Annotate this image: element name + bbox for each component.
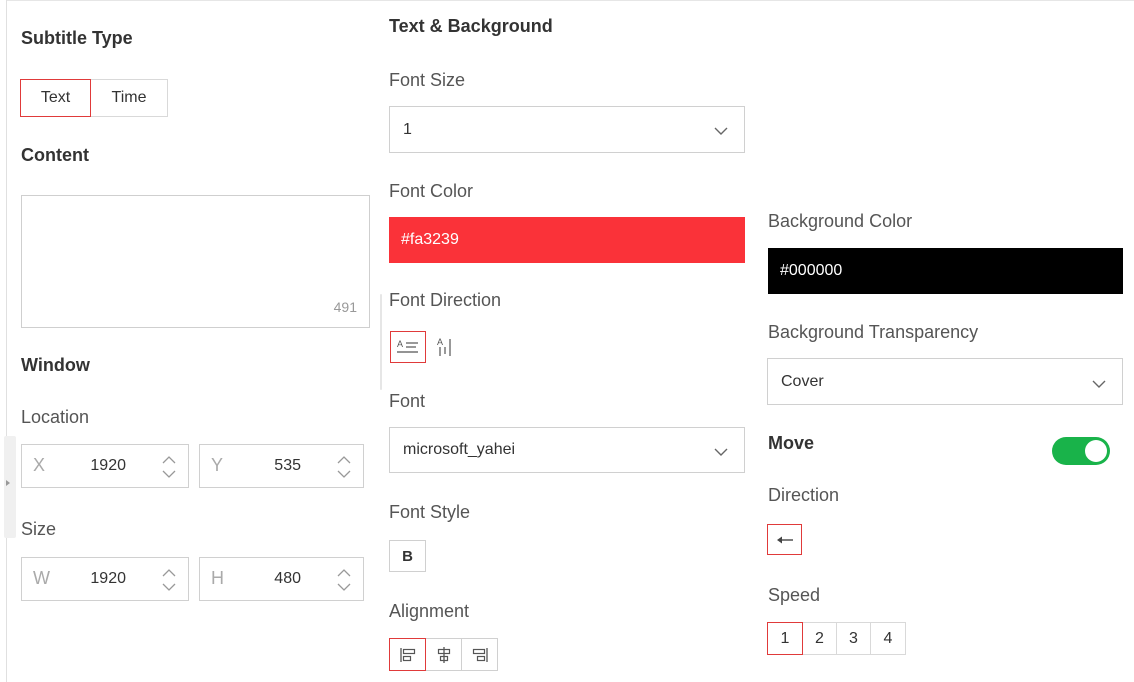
speed-4-button[interactable]: 4 — [871, 622, 906, 655]
direction-label: Direction — [768, 485, 840, 505]
bold-button[interactable]: B — [389, 540, 426, 572]
chevron-down-icon — [714, 123, 728, 141]
speed-group: 1 2 3 4 — [767, 622, 906, 655]
char-counter: 491 — [333, 299, 357, 315]
horizontal-text-icon: A — [397, 339, 418, 353]
font-color-picker[interactable]: #fa3239 — [389, 217, 745, 263]
font-size-select[interactable]: 1 — [389, 106, 745, 153]
font-select[interactable]: microsoft_yahei — [389, 427, 745, 473]
arrow-left-icon — [776, 536, 793, 543]
background-transparency-select[interactable]: Cover — [767, 358, 1123, 405]
alignment-label: Alignment — [389, 601, 470, 621]
stepper-arrows-icon[interactable] — [335, 566, 353, 594]
font-direction-label: Font Direction — [389, 290, 502, 310]
background-color-label: Background Color — [768, 211, 913, 231]
toggle-knob — [1085, 440, 1107, 462]
background-color-value: #000000 — [780, 262, 843, 279]
w-prefix: W — [33, 568, 50, 588]
background-transparency-label: Background Transparency — [768, 322, 979, 342]
align-left-button[interactable] — [389, 638, 426, 671]
align-center-icon — [437, 646, 450, 663]
background-color-picker[interactable]: #000000 — [768, 248, 1123, 294]
font-color-value: #fa3239 — [401, 231, 459, 248]
alignment-group — [389, 638, 498, 671]
font-size-label: Font Size — [389, 70, 466, 90]
size-w-stepper[interactable]: W 1920 — [21, 557, 189, 601]
svg-text:A: A — [437, 337, 443, 347]
x-prefix: X — [33, 455, 46, 475]
size-w-value: 1920 — [90, 570, 126, 587]
location-y-stepper[interactable]: Y 535 — [199, 444, 364, 488]
panel-top-border — [6, 0, 1134, 1]
chevron-down-icon — [714, 444, 728, 462]
font-direction-vertical-button[interactable]: A — [427, 331, 463, 363]
location-x-stepper[interactable]: X 1920 — [21, 444, 189, 488]
content-heading: Content — [21, 145, 89, 165]
location-x-value: 1920 — [90, 457, 126, 474]
stepper-arrows-icon[interactable] — [160, 566, 178, 594]
collapse-handle[interactable] — [4, 436, 16, 538]
font-direction-horizontal-button[interactable]: A — [390, 331, 426, 363]
vertical-text-icon: A — [437, 337, 451, 356]
speed-2-button[interactable]: 2 — [803, 622, 837, 655]
size-h-value: 480 — [274, 570, 301, 587]
move-toggle[interactable] — [1052, 437, 1110, 465]
direction-left-button[interactable] — [767, 524, 802, 555]
align-right-button[interactable] — [462, 638, 498, 671]
chevron-right-icon — [6, 480, 10, 486]
size-label: Size — [21, 519, 57, 539]
subtitle-type-heading: Subtitle Type — [21, 28, 133, 48]
y-prefix: Y — [211, 455, 224, 475]
speed-label: Speed — [768, 585, 821, 605]
text-background-heading: Text & Background — [389, 16, 553, 36]
align-left-icon — [399, 647, 415, 662]
location-label: Location — [21, 407, 90, 427]
location-y-value: 535 — [274, 457, 301, 474]
font-value: microsoft_yahei — [403, 441, 516, 458]
font-label: Font — [389, 391, 426, 411]
font-color-label: Font Color — [389, 181, 474, 201]
subtitle-type-time-button[interactable]: Time — [91, 79, 168, 117]
chevron-down-icon — [1092, 376, 1106, 394]
column-resize-handle[interactable] — [380, 294, 382, 390]
subtitle-type-switch: Text Time — [20, 79, 168, 117]
panel-left-border — [6, 0, 7, 682]
font-style-label: Font Style — [389, 502, 471, 522]
content-textarea[interactable]: 491 — [21, 195, 370, 328]
background-transparency-value: Cover — [781, 373, 824, 390]
move-label: Move — [768, 433, 815, 453]
speed-1-button[interactable]: 1 — [767, 622, 803, 655]
h-prefix: H — [211, 568, 224, 588]
stepper-arrows-icon[interactable] — [160, 453, 178, 481]
size-h-stepper[interactable]: H 480 — [199, 557, 364, 601]
font-size-value: 1 — [403, 121, 412, 138]
subtitle-type-text-button[interactable]: Text — [20, 79, 91, 117]
speed-3-button[interactable]: 3 — [837, 622, 871, 655]
stepper-arrows-icon[interactable] — [335, 453, 353, 481]
align-center-button[interactable] — [426, 638, 462, 671]
align-right-icon — [472, 647, 488, 662]
svg-text:A: A — [397, 339, 403, 349]
window-heading: Window — [21, 355, 90, 375]
